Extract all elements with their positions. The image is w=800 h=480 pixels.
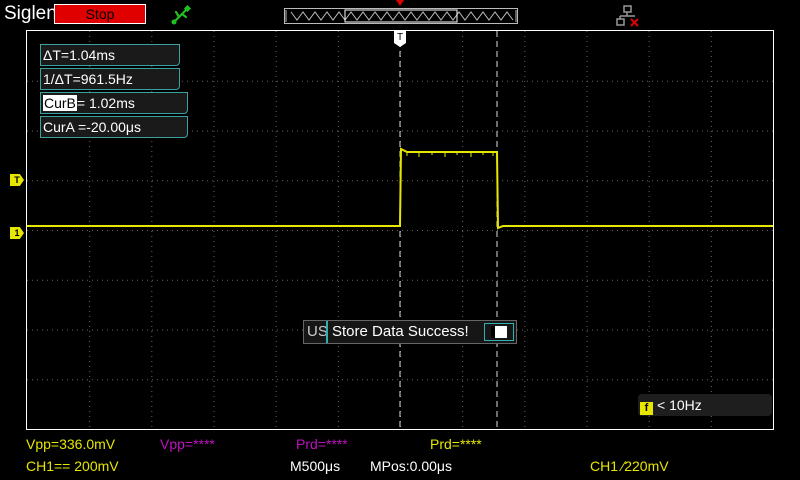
timebase-readout[interactable]: M500μs	[290, 458, 340, 474]
usb-drive-icon	[484, 323, 514, 341]
graticule	[27, 31, 773, 427]
waveform-display[interactable]	[26, 30, 774, 430]
toast-prefix: US	[307, 323, 328, 340]
ch2-vpp-readout: Vpp=****	[160, 436, 215, 452]
ch1-vpp-readout: Vpp=336.0mV	[26, 436, 116, 452]
usb-connected-icon	[171, 4, 192, 25]
network-disconnected-icon	[616, 5, 639, 27]
ch1-period-readout: Prd=****	[430, 436, 482, 452]
ch2-period-readout: Prd=****	[296, 436, 348, 452]
toast-message: Store Data Success!	[326, 321, 469, 343]
ch1-scale-readout[interactable]: CH1== 200mV	[26, 458, 119, 474]
inverse-delta-t-readout: 1/ΔT=961.5Hz	[40, 68, 180, 90]
ch1-waveform	[27, 147, 773, 230]
trigger-level-marker[interactable]: T	[10, 174, 24, 186]
delta-t-readout: ΔT=1.04ms	[40, 44, 180, 66]
trigger-frequency-value: < 10Hz	[657, 397, 702, 413]
cursor-b-value: = 1.02ms	[76, 95, 135, 111]
store-data-toast: US Store Data Success!	[303, 320, 517, 344]
horizontal-position-readout[interactable]: MPos:0.00μs	[370, 458, 452, 474]
trigger-frequency-box: f < 10Hz	[638, 394, 772, 416]
run-stop-button[interactable]: Stop	[54, 4, 146, 24]
waveform-position-bar[interactable]	[284, 8, 518, 24]
trigger-setting-readout[interactable]: CH1 ∕220mV	[590, 458, 669, 474]
ch1-offset-marker[interactable]: 1	[10, 227, 24, 239]
frequency-icon: f	[640, 402, 653, 415]
trigger-position-indicator	[396, 0, 404, 6]
cursor-b-label: CurB	[43, 95, 77, 111]
cursor-b-readout: CurB= 1.02ms	[40, 92, 188, 114]
cursor-a-readout: CurA =-20.00μs	[40, 116, 188, 138]
